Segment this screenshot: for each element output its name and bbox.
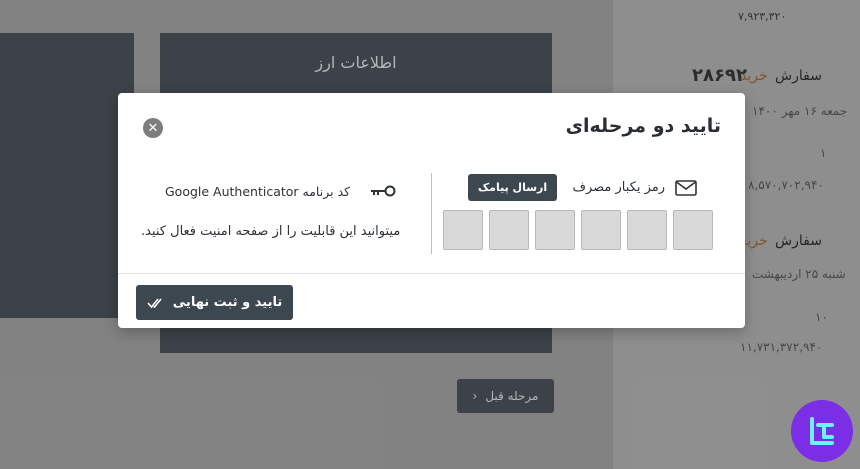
otp-digit-input[interactable] <box>535 210 575 250</box>
key-icon <box>371 185 396 197</box>
otp-digit-input[interactable] <box>443 210 483 250</box>
mail-icon <box>675 180 697 196</box>
confirm-label: تایید و ثبت نهایی <box>172 295 283 310</box>
otp-input-group <box>443 210 713 250</box>
google-authenticator-label: کد برنامه Google Authenticator <box>165 184 351 199</box>
confirm-submit-button[interactable]: تایید و ثبت نهایی <box>136 285 293 320</box>
modal-title: تایید دو مرحله‌ای <box>565 115 721 137</box>
brand-logo <box>791 400 853 462</box>
footer-divider <box>118 273 745 274</box>
google-authenticator-description: میتوانید این قابلیت را از صفحه امنیت فعا… <box>141 224 401 239</box>
section-divider <box>431 173 432 254</box>
otp-digit-input[interactable] <box>489 210 529 250</box>
otp-digit-input[interactable] <box>581 210 621 250</box>
brand-logo-icon <box>810 417 834 445</box>
close-button[interactable]: ✕ <box>143 118 163 138</box>
send-sms-button[interactable]: ارسال پیامک <box>468 174 557 201</box>
two-factor-modal: تایید دو مرحله‌ای ✕ رمز یکبار مصرف ارسال… <box>118 93 745 328</box>
double-check-icon <box>147 297 162 308</box>
close-icon: ✕ <box>147 120 159 136</box>
otp-label: رمز یکبار مصرف <box>572 180 665 195</box>
otp-digit-input[interactable] <box>627 210 667 250</box>
otp-digit-input[interactable] <box>673 210 713 250</box>
